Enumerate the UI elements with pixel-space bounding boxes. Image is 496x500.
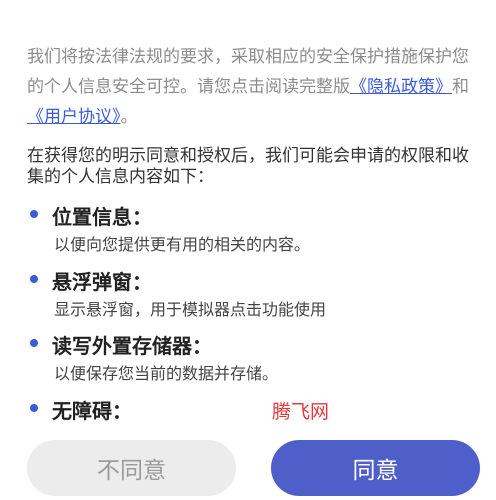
privacy-policy-link[interactable]: 《隐私政策》 xyxy=(350,77,452,97)
bullet-dot-icon xyxy=(30,210,38,218)
intro-text: 我们将按法律法规的要求，采取相应的安全保护措施保护您的个人信息安全可控。请您点击… xyxy=(27,42,479,132)
permission-desc: 以便保存您当前的数据并存储。 xyxy=(54,364,279,383)
intro-connector: 和 xyxy=(452,77,469,97)
permission-title: 位置信息： xyxy=(52,205,152,229)
permission-title: 悬浮弹窗： xyxy=(52,270,152,294)
user-agreement-link[interactable]: 《用户协议》 xyxy=(27,107,121,127)
bullet-dot-icon xyxy=(30,339,38,347)
permission-title: 读写外置存储器： xyxy=(52,334,212,358)
intro-period: 。 xyxy=(120,107,138,127)
permission-title: 无障碍： xyxy=(52,399,132,423)
permissions-lead: 在获得您的明示同意和授权后，我们可能会申请的权限和收集的个人信息内容如下： xyxy=(27,146,469,187)
permission-desc: 以便向您提供更有用的相关的内容。 xyxy=(54,235,311,254)
permission-desc: 显示悬浮窗，用于模拟器点击功能使用 xyxy=(54,300,327,319)
agree-button[interactable]: 同意 xyxy=(271,440,480,496)
bullet-dot-icon xyxy=(30,404,38,412)
bullet-dot-icon xyxy=(30,275,38,283)
watermark: 腾飞网 xyxy=(272,401,330,423)
decline-button[interactable]: 不同意 xyxy=(27,440,236,496)
privacy-consent-dialog: 我们将按法律法规的要求，采取相应的安全保护措施保护您的个人信息安全可控。请您点击… xyxy=(0,0,496,500)
